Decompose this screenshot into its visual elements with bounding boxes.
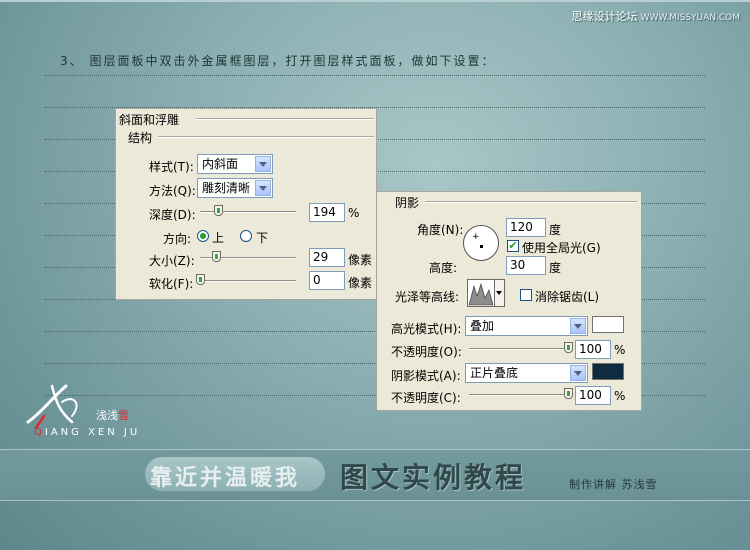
direction-label: 方向: <box>163 232 192 246</box>
shadow-opacity-track[interactable] <box>469 394 571 396</box>
direction-up-label: 上 <box>212 231 225 245</box>
shadow-color-swatch[interactable] <box>592 363 624 380</box>
bevel-emboss-panel: 斜面和浮雕 结构 样式(T): 内斜面 方法(Q): 雕刻清晰 深度(D): 1… <box>115 108 377 300</box>
contour-curve-icon <box>468 282 494 306</box>
direction-down-label: 下 <box>256 231 269 245</box>
angle-input[interactable]: 120 <box>506 218 546 237</box>
site-name-cn: 思缘设计论坛 <box>571 10 638 23</box>
instruction-text: 3、 图层面板中双击外金属框图层，打开图层样式面板，做如下设置： <box>60 54 496 68</box>
crosshair-icon: + <box>472 232 480 242</box>
highlight-mode-select[interactable]: 叠加 <box>465 316 588 336</box>
logo-en-part1: Q <box>34 427 45 438</box>
highlight-mode-label: 高光模式(H): <box>391 322 462 336</box>
highlight-mode-value: 叠加 <box>470 319 495 333</box>
style-label: 样式(T): <box>149 160 194 174</box>
logo-cn-part1: 浅浅 <box>96 409 118 422</box>
technique-label: 方法(Q): <box>149 184 196 198</box>
shadow-opacity-input[interactable]: 100 <box>575 386 611 405</box>
shadow-opacity-unit: % <box>614 389 626 403</box>
highlight-opacity-label: 不透明度(O): <box>391 345 462 359</box>
direction-down-radio[interactable] <box>240 230 252 242</box>
global-light-label: 使用全局光(G) <box>522 241 601 255</box>
style-select[interactable]: 内斜面 <box>197 154 273 174</box>
dotted-line <box>45 75 705 76</box>
highlight-color-swatch[interactable] <box>592 316 624 333</box>
altitude-unit: 度 <box>549 261 562 275</box>
logo-cn-part2: 雪 <box>118 409 129 422</box>
direction-up-radio[interactable] <box>197 230 209 242</box>
depth-unit: % <box>348 206 360 220</box>
soften-input[interactable]: 0 <box>309 271 345 290</box>
depth-slider-thumb[interactable] <box>214 205 223 216</box>
technique-select[interactable]: 雕刻清晰 <box>197 178 273 198</box>
angle-dial[interactable]: + <box>463 225 499 261</box>
logo-english-name: QIANG XEN JU <box>34 427 140 438</box>
soften-unit: 像素 <box>348 276 373 290</box>
top-border-line <box>0 0 750 2</box>
soften-slider-track[interactable] <box>200 280 296 282</box>
highlight-opacity-thumb[interactable] <box>564 342 573 353</box>
logo-en-part2: IANG XEN JU <box>44 427 141 438</box>
highlight-opacity-track[interactable] <box>469 348 571 350</box>
shadow-mode-label: 阴影模式(A): <box>391 369 461 383</box>
logo-chinese-name: 浅浅雪 <box>96 407 129 423</box>
shading-panel: 阴影 角度(N): + 120 度 ✔ 使用全局光(G) 高度: 30 度 光泽… <box>376 191 642 411</box>
chevron-down-icon <box>570 318 586 334</box>
size-input[interactable]: 29 <box>309 248 345 267</box>
section-divider <box>158 136 374 138</box>
highlight-opacity-unit: % <box>614 343 626 357</box>
technique-select-value: 雕刻清晰 <box>202 181 251 195</box>
section-title: 结构 <box>128 131 153 145</box>
footer-pill-text: 靠近并温暖我 <box>150 466 301 491</box>
antialias-label: 消除锯齿(L) <box>535 290 600 304</box>
dial-center <box>480 245 483 248</box>
chevron-down-icon <box>255 156 271 172</box>
gloss-contour-label: 光泽等高线: <box>395 290 460 304</box>
shadow-mode-select[interactable]: 正片叠底 <box>465 363 588 383</box>
chevron-down-icon <box>255 180 271 196</box>
angle-unit: 度 <box>549 223 562 237</box>
style-select-value: 内斜面 <box>202 157 239 171</box>
site-url: WWW.MISSYUAN.COM <box>640 13 740 23</box>
gloss-contour-dropdown[interactable] <box>495 279 505 307</box>
depth-input[interactable]: 194 <box>309 203 345 222</box>
soften-slider-thumb[interactable] <box>196 274 205 285</box>
angle-label: 角度(N): <box>417 223 464 237</box>
check-icon: ✔ <box>508 239 518 252</box>
highlight-opacity-input[interactable]: 100 <box>575 340 611 359</box>
global-light-checkbox[interactable]: ✔ <box>507 240 519 252</box>
title-divider <box>425 201 637 203</box>
footer-author: 制作讲解 苏浅雪 <box>569 478 658 491</box>
altitude-input[interactable]: 30 <box>506 256 546 275</box>
altitude-label: 高度: <box>429 261 458 275</box>
chevron-down-icon <box>570 365 586 381</box>
site-watermark: 思缘设计论坛 WWW.MISSYUAN.COM <box>572 8 740 24</box>
shadow-mode-value: 正片叠底 <box>470 366 519 380</box>
depth-label: 深度(D): <box>149 208 196 222</box>
panel-title: 阴影 <box>395 196 420 210</box>
title-divider <box>196 118 374 120</box>
size-unit: 像素 <box>348 253 373 267</box>
size-slider-thumb[interactable] <box>212 251 221 262</box>
antialias-checkbox[interactable] <box>520 289 532 301</box>
panel-title: 斜面和浮雕 <box>119 113 180 127</box>
footer-title: 图文实例教程 <box>340 461 527 494</box>
size-label: 大小(Z): <box>149 254 195 268</box>
shadow-opacity-thumb[interactable] <box>564 388 573 399</box>
gloss-contour-preview[interactable] <box>467 279 495 307</box>
shadow-opacity-label: 不透明度(C): <box>391 391 461 405</box>
soften-label: 软化(F): <box>149 277 194 291</box>
